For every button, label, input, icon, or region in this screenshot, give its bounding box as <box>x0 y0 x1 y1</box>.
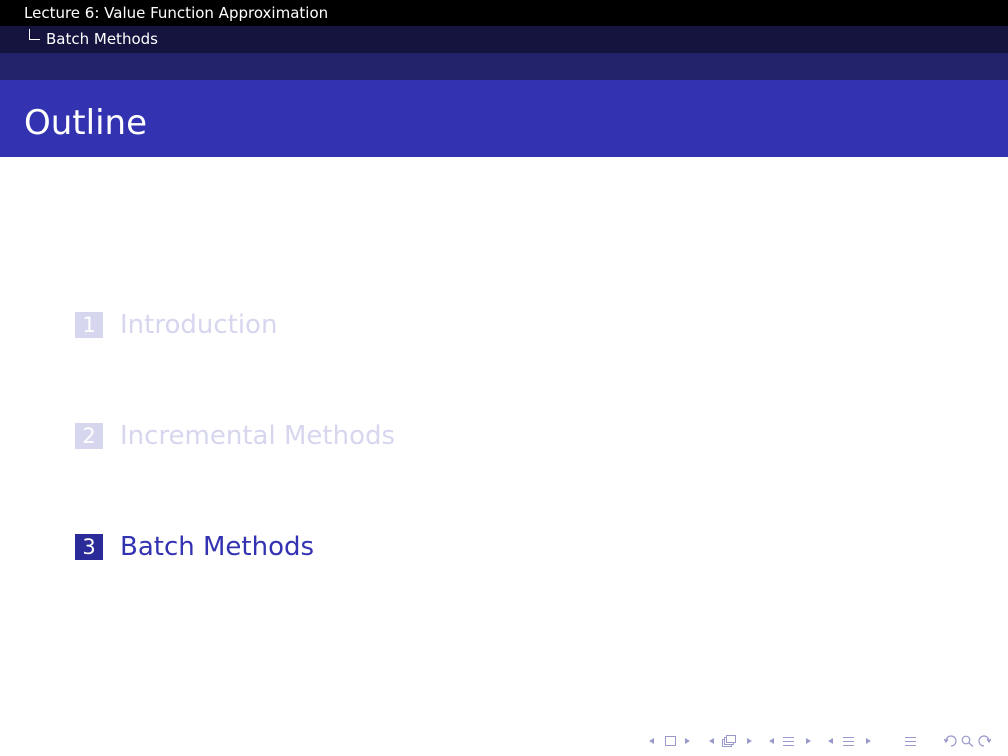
outline-item-label: Introduction <box>120 310 278 340</box>
outline-item-label: Incremental Methods <box>120 421 396 451</box>
section-prev-icon[interactable] <box>828 731 833 751</box>
outline-item-introduction[interactable]: 1 Introduction <box>75 310 277 340</box>
slide-prev-icon[interactable] <box>649 731 654 751</box>
outline-item-label: Batch Methods <box>120 532 315 562</box>
frame-title: Outline <box>24 103 148 143</box>
outline-item-incremental-methods[interactable]: 2 Incremental Methods <box>75 421 395 451</box>
lecture-title-bar: Lecture 6: Value Function Approximation <box>0 0 1008 26</box>
beamer-navigation-bar <box>0 731 1008 751</box>
frame-title-bar: Outline <box>0 80 1008 157</box>
section-name: Batch Methods <box>46 30 158 48</box>
outline-item-batch-methods[interactable]: 3 Batch Methods <box>75 532 314 562</box>
frame-icon[interactable] <box>722 731 736 751</box>
subsection-next-icon[interactable] <box>806 731 811 751</box>
lecture-title: Lecture 6: Value Function Approximation <box>24 4 329 22</box>
outline-item-number: 1 <box>75 312 103 338</box>
slide-icon[interactable] <box>665 731 676 751</box>
document-icon[interactable] <box>905 731 916 751</box>
subsection-prev-icon[interactable] <box>769 731 774 751</box>
subsection-bar <box>0 53 1008 80</box>
outline-item-number: 3 <box>75 534 103 560</box>
subsection-icon[interactable] <box>783 731 794 751</box>
section-bar: Batch Methods <box>0 26 1008 53</box>
slide-next-icon[interactable] <box>685 731 690 751</box>
tree-branch-icon <box>29 29 40 40</box>
outline-item-number: 2 <box>75 423 103 449</box>
back-icon[interactable] <box>944 731 958 751</box>
frame-prev-icon[interactable] <box>709 731 714 751</box>
forward-icon[interactable] <box>977 731 991 751</box>
section-icon[interactable] <box>843 731 854 751</box>
search-icon[interactable] <box>961 731 974 751</box>
frame-next-icon[interactable] <box>747 731 752 751</box>
section-next-icon[interactable] <box>866 731 871 751</box>
